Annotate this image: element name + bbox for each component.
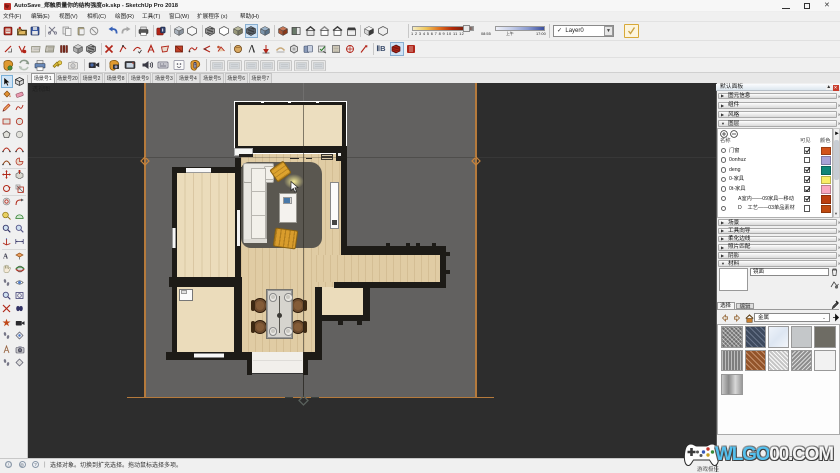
svg-text:A: A (3, 252, 8, 260)
